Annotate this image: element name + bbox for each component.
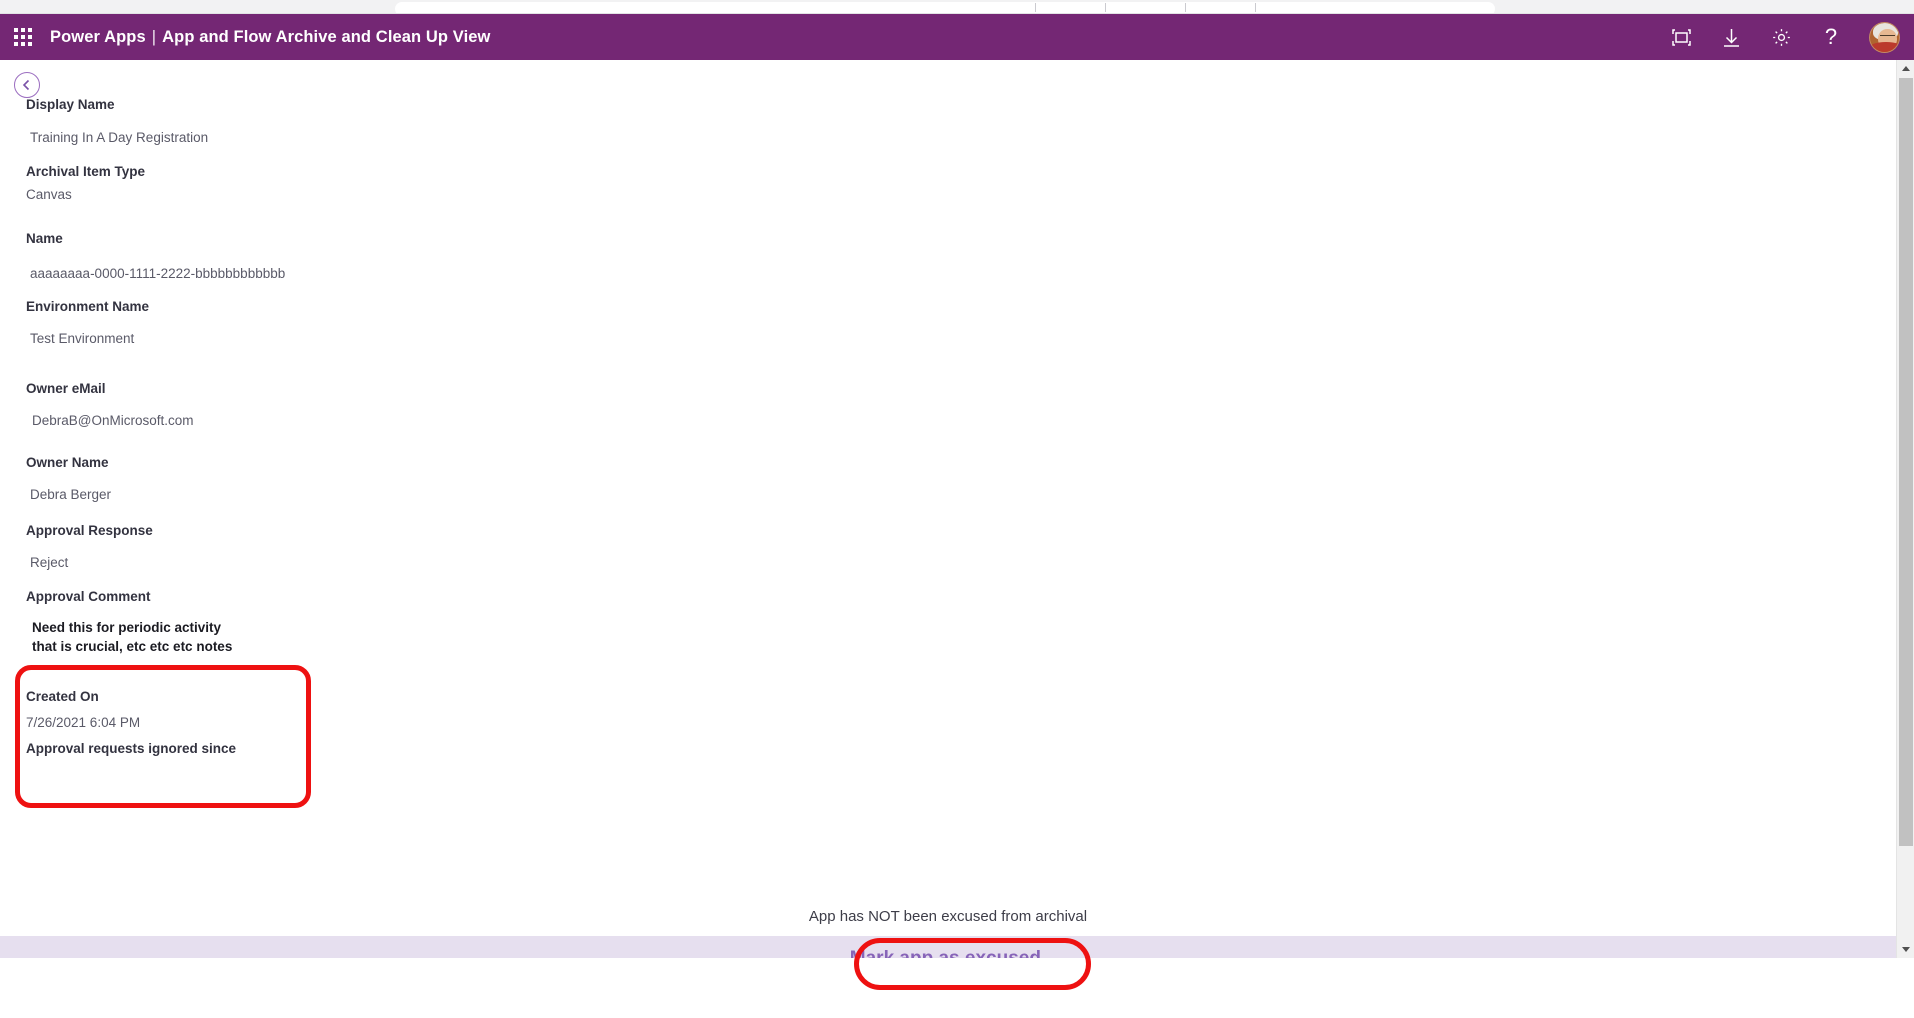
field-value[interactable]: Test Environment [28, 330, 149, 348]
field-owner-name: Owner Name Debra Berger [0, 454, 111, 504]
field-display-name: Display Name Training In A Day Registrat… [0, 96, 208, 147]
download-icon[interactable] [1719, 25, 1743, 49]
field-archival-item-type: Archival Item Type Canvas [0, 163, 145, 204]
chrome-tab-mark [1255, 3, 1264, 12]
field-label: Name [26, 231, 63, 246]
field-label: Environment Name [26, 299, 150, 314]
field-value[interactable]: DebraB@OnMicrosoft.com [30, 412, 194, 430]
field-value[interactable]: 7/26/2021 6:04 PM [26, 714, 140, 732]
field-value[interactable]: Reject [28, 554, 153, 572]
field-created-on: Created On 7/26/2021 6:04 PM [0, 688, 140, 732]
field-label: Created On [26, 689, 99, 704]
field-value[interactable]: aaaaaaaa-0000-1111-2222-bbbbbbbbbbbb [28, 265, 285, 283]
scroll-down-arrow-icon[interactable] [1897, 941, 1914, 958]
fullscreen-icon[interactable] [1669, 25, 1693, 49]
field-environment-name: Environment Name Test Environment [0, 298, 149, 348]
help-icon[interactable]: ? [1819, 25, 1843, 49]
brand-title: Power Apps | App and Flow Archive and Clea… [50, 28, 491, 47]
field-approval-requests-ignored-since: Approval requests ignored since [0, 740, 236, 764]
vertical-scrollbar[interactable] [1896, 60, 1914, 958]
field-value[interactable]: Debra Berger [28, 486, 111, 504]
field-approval-response: Approval Response Reject [0, 522, 153, 572]
app-canvas: Display Name Training In A Day Registrat… [0, 60, 1896, 958]
field-value[interactable]: Canvas [26, 186, 145, 204]
header-actions: ? [1669, 21, 1914, 53]
archival-status-text: App has NOT been excused from archival [808, 908, 1088, 925]
app-header: Power Apps | App and Flow Archive and Clea… [0, 14, 1914, 60]
chrome-tab-mark [1105, 3, 1114, 12]
field-label: Approval Response [26, 523, 153, 538]
chrome-tab-mark [1035, 3, 1044, 12]
help-glyph: ? [1824, 24, 1838, 49]
app-launcher-icon[interactable] [12, 26, 34, 48]
mark-app-as-excused-button[interactable]: Mark app as excused. [824, 936, 1072, 958]
field-label: Approval Comment [26, 589, 151, 604]
brand-separator: | [151, 27, 157, 46]
back-button[interactable] [14, 72, 40, 98]
browser-chrome [0, 0, 1914, 14]
field-approval-comment: Approval Comment Need this for periodic … [0, 588, 270, 656]
field-value[interactable]: Need this for periodic activity that is … [32, 618, 242, 656]
browser-omnibox[interactable] [395, 2, 1495, 13]
scrollbar-thumb[interactable] [1899, 78, 1913, 846]
avatar[interactable] [1869, 21, 1900, 53]
field-label: Owner eMail [26, 381, 106, 396]
product-name: Power Apps [50, 27, 146, 46]
field-value[interactable]: Training In A Day Registration [28, 129, 208, 147]
field-name: Name aaaaaaaa-0000-1111-2222-bbbbbbbbbbb… [0, 230, 285, 283]
field-label: Archival Item Type [26, 164, 146, 179]
page-title: App and Flow Archive and Clean Up View [162, 27, 491, 46]
chrome-tab-mark [1185, 3, 1194, 12]
field-label: Approval requests ignored since [26, 741, 237, 756]
field-label: Display Name [26, 97, 115, 112]
field-label: Owner Name [26, 455, 109, 470]
gear-icon[interactable] [1769, 25, 1793, 49]
scroll-up-arrow-icon[interactable] [1897, 60, 1914, 77]
field-owner-email: Owner eMail DebraB@OnMicrosoft.com [0, 380, 194, 430]
